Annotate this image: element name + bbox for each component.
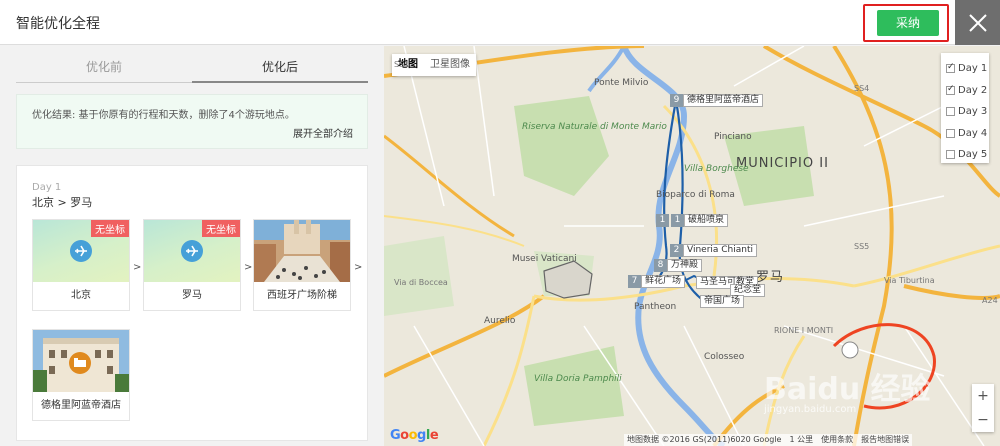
terms-link[interactable]: 使用条款 [821,434,853,446]
map-type-satellite[interactable]: 卫星图像 [424,54,476,76]
place-name: 德格里阿蓝帝酒店 [41,400,121,411]
place-card-hotel[interactable]: 德格里阿蓝帝酒店 [32,329,130,421]
map-label: SS4 [854,84,870,93]
map-marker-campo-fiori[interactable]: 7 鲜花广场 [628,275,686,288]
map-label: A24 [982,296,998,305]
map-label: Via di Boccea [394,278,448,287]
report-link[interactable]: 报告地图错误 [861,434,909,446]
place-card-rome[interactable]: 无坐标 罗马 [143,219,241,311]
no-coordinates-badge: 无坐标 [202,220,240,237]
map-label: Bioparco di Roma [656,190,735,200]
adopt-button[interactable]: 采纳 [877,10,939,36]
checkbox-icon[interactable] [946,106,955,116]
checkbox-icon[interactable] [946,128,955,138]
result-message: 优化结果: 基于你原有的行程和天数，删除了4个游玩地点。 [32,110,295,121]
route-arrow: > [133,262,142,273]
map-label: Musei Vaticani [512,254,577,264]
day-card: Day 1 北京 > 罗马 无坐标 北京 > 无坐标 罗马 > 西班牙广场阶梯 … [16,165,368,441]
map-label: Aurelio [484,316,516,326]
map-label: Pantheon [634,302,677,312]
map-label: Via Tiburtina [884,276,935,285]
attribution-text: 地图数据 ©2016 GS(2011)6020 Google [627,435,782,444]
watermark-url: jingyan.baidu.com [764,404,857,415]
day-route: 北京 > 罗马 [32,196,93,209]
spanish-steps-photo [254,220,350,282]
day-filter-3[interactable]: Day 3 [946,102,987,120]
day-filter-1[interactable]: Day 1 [946,59,987,77]
google-logo[interactable]: Google [390,428,439,443]
map-label: Ponte Milvio [594,78,649,88]
compare-tabs: 优化前 优化后 [16,55,368,83]
map-label: 罗马 [756,270,785,285]
map-label: Villa Doria Pamphili [534,374,622,384]
map-label: SS1 [394,60,410,69]
close-button[interactable] [955,0,1000,45]
no-coordinates-badge: 无坐标 [91,220,129,237]
page-title: 智能优化全程 [16,16,100,32]
zoom-in-button[interactable]: + [972,384,994,408]
baidu-watermark: Baidu 经验 [764,372,931,407]
day-filter-5[interactable]: Day 5 [946,145,987,163]
place-name: 北京 [71,290,91,301]
map-label: RIONE I MONTI [774,326,834,335]
day-filter-2[interactable]: Day 2 [946,81,987,99]
place-name: 罗马 [182,290,202,301]
place-card-beijing[interactable]: 无坐标 北京 [32,219,130,311]
result-box: 优化结果: 基于你原有的行程和天数，删除了4个游玩地点。 展开全部介绍 [16,94,368,149]
map-marker-barcaccia[interactable]: 1 1 破船喷泉 [656,214,729,227]
place-name: 西班牙广场阶梯 [267,290,337,301]
map-view[interactable]: 地图 卫星图像 Ponte Milvio Pinciano MUNICIPIO … [384,46,1000,446]
scale-label: 1 公里 [789,435,814,444]
day-label: Day 1 [32,182,62,193]
checkbox-icon[interactable] [946,62,955,73]
map-label: Colosseo [704,352,745,362]
header: 智能优化全程 [0,0,1000,45]
map-label: MUNICIPIO II [736,156,829,171]
zoom-control: + − [972,384,994,432]
map-label: Villa Borghese [684,164,749,174]
tab-before[interactable]: 优化前 [16,55,192,83]
place-card-spanish-steps[interactable]: 西班牙广场阶梯 [253,219,351,311]
map-label: Riserva Naturale di Monte Mario [522,122,667,132]
expand-all-link[interactable]: 展开全部介绍 [293,125,353,140]
itinerary-panel: 优化前 优化后 优化结果: 基于你原有的行程和天数，删除了4个游玩地点。 展开全… [0,46,384,446]
day-filter-4[interactable]: Day 4 [946,124,987,142]
map-marker-imperial-forum[interactable]: 帝国广场 [700,295,745,308]
map-label: Pinciano [714,132,752,142]
airplane-icon [181,240,203,262]
airplane-icon [70,240,92,262]
day-filter-panel: Day 1 Day 2 Day 3 Day 4 Day 5 [941,53,989,163]
tab-after[interactable]: 优化后 [192,55,368,83]
map-label: SS5 [854,242,870,251]
zoom-out-button[interactable]: − [972,408,994,432]
map-attribution: 地图数据 ©2016 GS(2011)6020 Google 1 公里 使用条款… [624,434,913,446]
checkbox-icon[interactable] [946,84,955,95]
map-marker-hotel[interactable]: 9 德格里阿蓝帝酒店 [670,94,764,107]
map-marker-vineria[interactable]: 2 Vineria Chianti [670,244,758,257]
route-arrow: > [244,262,253,273]
checkbox-icon[interactable] [946,149,955,159]
close-icon [968,13,987,32]
route-arrow: > [354,262,363,273]
map-marker-pantheon[interactable]: 8 万神殿 [654,259,703,272]
hotel-photo [33,330,129,392]
